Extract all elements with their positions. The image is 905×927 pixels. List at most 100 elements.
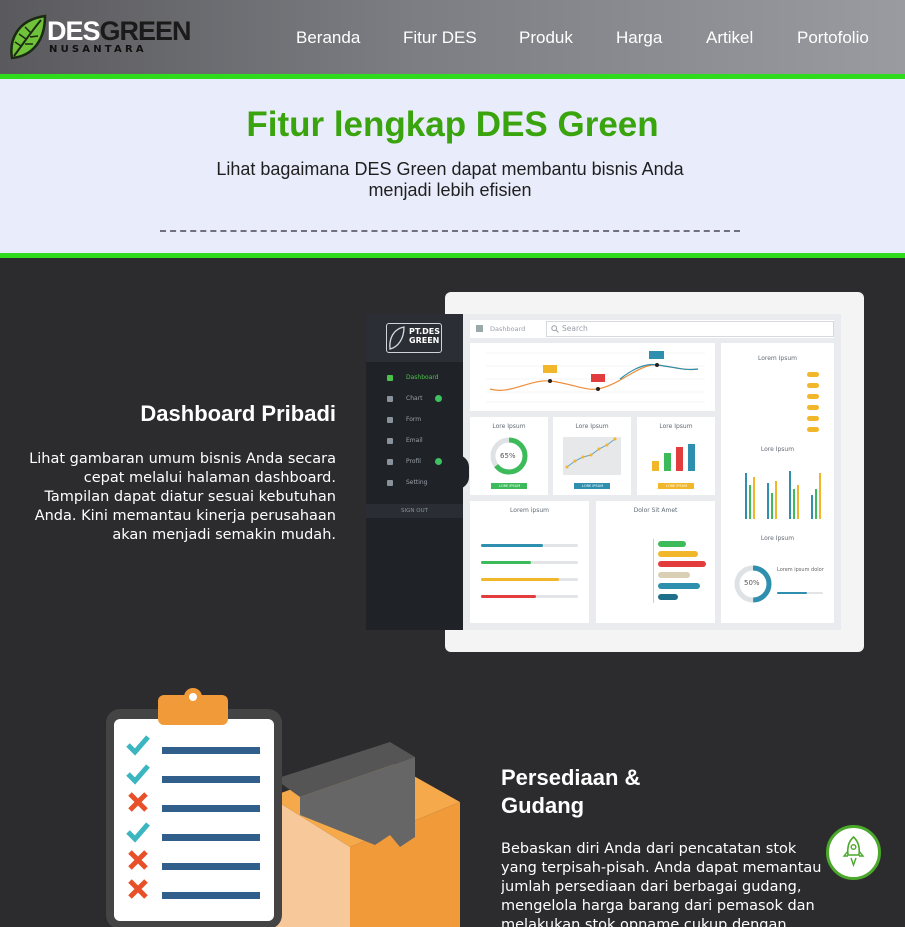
mockup-progress-card: Lorem ipsum (470, 501, 589, 623)
progress-fill (777, 592, 807, 594)
mockup-sidebar: PT.DES GREEN Dashboard Chart Form Email … (366, 314, 463, 630)
clipboard-illustration (106, 688, 282, 927)
card-button-label: LORE IPSUM (499, 484, 521, 488)
nav-fitur-des[interactable]: Fitur DES (403, 28, 477, 48)
mockup-line-chart (470, 343, 715, 411)
gear-icon (387, 480, 393, 486)
mockup-menu-email: Email (366, 435, 463, 449)
badge (807, 372, 819, 377)
badge (807, 394, 819, 399)
grouped-bar-chart (745, 471, 821, 519)
feature-title-line2: Gudang (501, 793, 585, 818)
donut-value: 65% (500, 452, 516, 460)
hero-section: Fitur lengkap DES Green Lihat bagaimana … (0, 79, 905, 253)
site-header: DESGREEN NUSANTARA Beranda Fitur DES Pro… (0, 0, 905, 74)
mockup-menu-form: Form (366, 414, 463, 428)
chart-icon (387, 396, 393, 402)
progress-fill (481, 578, 559, 581)
page-title: Fitur lengkap DES Green (246, 105, 659, 144)
card-title: Lorem ipsum (510, 507, 549, 514)
mockup-menu-label: Form (406, 416, 422, 423)
home-icon (476, 325, 483, 332)
mockup-right-panel: Lorem Ipsum Lore Ipsum Lore Ipsum 50% Lo… (721, 343, 834, 623)
badge (807, 427, 819, 432)
logo-green: GREEN (99, 16, 192, 46)
mockup-menu-label: Profil (406, 458, 421, 465)
page-subtitle: Lihat bagaimana DES Green dapat membantu… (216, 159, 684, 200)
mockup-menu-label: Email (406, 437, 423, 444)
mockup-bars-card: Dolor Sit Amet (596, 501, 715, 623)
card-button-green: LORE IPSUM (491, 483, 527, 489)
feature-title-line1: Persediaan & (501, 765, 641, 790)
badge (807, 416, 819, 421)
mockup-topbar: Dashboard Search (470, 320, 834, 338)
search-icon (551, 325, 559, 333)
mockup-signout: SIGN OUT (366, 504, 463, 518)
mockup-menu-setting: Setting (366, 477, 463, 491)
notification-dot (435, 458, 442, 465)
back-to-top-button[interactable] (826, 825, 881, 880)
mockup-menu-label: Setting (406, 479, 428, 486)
mockup-breadcrumb: Dashboard (490, 325, 526, 333)
card-title: Lore Ipsum (760, 446, 795, 453)
badge (807, 383, 819, 388)
mockup-sidebar-header: PT.DES GREEN (366, 314, 463, 362)
notification-dot (435, 395, 442, 402)
feature-title-dashboard: Dashboard Pribadi (140, 401, 336, 426)
mockup-search: Search (546, 321, 834, 337)
nav-produk[interactable]: Produk (519, 28, 573, 48)
mockup-line-chart-svg (486, 351, 705, 403)
mockup-bar-card: Lore Ipsum LORE IPSUM (637, 417, 715, 495)
feature-text-dashboard: Lihat gambaran umum bisnis Anda secara c… (29, 451, 336, 543)
rocket-icon (842, 835, 865, 868)
hbar (658, 583, 700, 589)
home-icon (387, 375, 393, 381)
nav-harga[interactable]: Harga (616, 28, 662, 48)
nav-beranda[interactable]: Beranda (296, 28, 360, 48)
mockup-brand-2: GREEN (409, 336, 440, 345)
logo-subtitle: NUSANTARA (49, 44, 147, 55)
feature-text-inventory: Bebaskan diri Anda dari pencatatan stok … (501, 841, 822, 927)
inventory-illustration (106, 688, 460, 927)
mockup-search-placeholder: Search (562, 324, 588, 333)
progress-fill (481, 595, 536, 598)
mockup-brand: PT.DES GREEN (386, 323, 442, 353)
card-title: Dolor Sit Amet (633, 507, 678, 514)
site-logo[interactable]: DESGREEN NUSANTARA (9, 14, 192, 60)
user-icon (387, 459, 393, 465)
leaf-icon (389, 326, 405, 350)
badge (807, 405, 819, 410)
mail-icon (387, 438, 393, 444)
nav-artikel[interactable]: Artikel (706, 28, 753, 48)
progress-fill (481, 561, 531, 564)
mockup-donut-card: Lore Ipsum 65% LORE IPSUM (470, 417, 548, 495)
nav-portofolio[interactable]: Portofolio (797, 28, 869, 48)
donut-value-small: 50% (744, 579, 760, 587)
logo-wordmark: DESGREEN (47, 16, 192, 46)
card-button-label: LORE IPSUM (666, 484, 688, 488)
mockup-menu-dashboard: Dashboard (366, 372, 463, 386)
mockup-menu-label: Dashboard (406, 374, 439, 381)
hbar (658, 541, 686, 547)
hbar (658, 551, 698, 557)
mockup-brand-1: PT.DES (409, 327, 441, 336)
mockup-menu-chart: Chart (366, 393, 463, 407)
hbar (658, 594, 678, 600)
card-button-label: LORE IPSUM (582, 484, 604, 488)
mockup-menu-label: Chart (406, 395, 423, 402)
leaf-logo-icon (10, 14, 47, 60)
box-illustration (270, 742, 460, 927)
hbar (658, 561, 706, 567)
form-icon (387, 417, 393, 423)
progress-fill (481, 544, 543, 547)
logo-des: DES (47, 16, 101, 46)
feature-title-inventory: Persediaan & Gudang (501, 764, 801, 820)
donut-caption: Lorem ipsum dolor (777, 567, 824, 573)
hero-divider (160, 230, 740, 232)
card-title: Lore Ipsum (760, 535, 795, 542)
axis-line (653, 539, 654, 603)
card-title: Lorem Ipsum (757, 355, 798, 362)
card-button-blue: LORE IPSUM (574, 483, 610, 489)
mockup-menu-profil: Profil (366, 456, 463, 470)
hbar (658, 572, 690, 578)
